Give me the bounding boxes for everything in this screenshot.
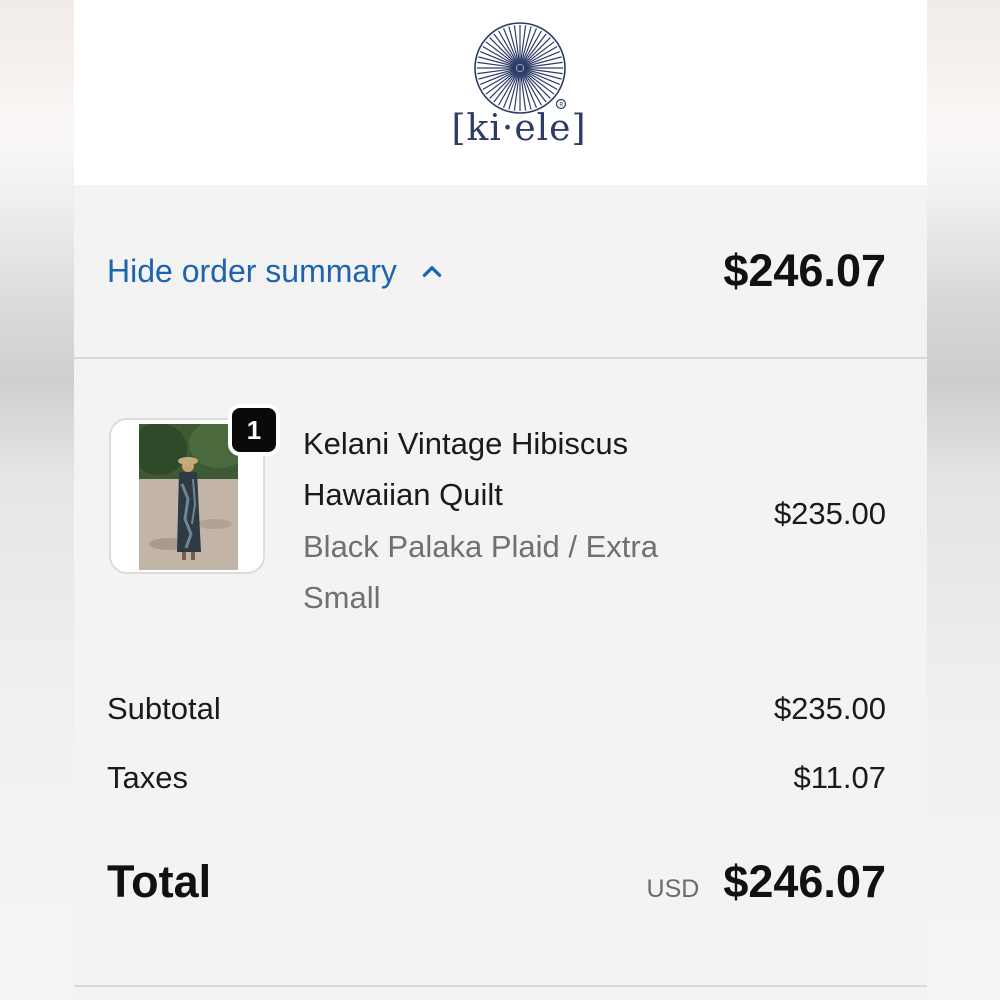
divider [74,985,927,987]
currency-code: USD [646,875,700,903]
summary-total-amount: $246.07 [723,245,886,296]
product-variant: Black Palaka Plaid / Extra Small [303,529,658,615]
product-image [139,424,238,570]
taxes-row: Taxes $11.07 [107,756,886,800]
store-header: R [ki·ele] [74,0,927,185]
order-summary-toggle-bar: Hide order summary $246.07 [74,185,927,359]
subtotal-value: $235.00 [773,691,886,726]
product-price: $235.00 [773,496,886,531]
toggle-label: Hide order summary [107,252,397,289]
total-label: Total [107,856,212,907]
background-left [0,0,74,1000]
quantity-badge: 1 [228,404,280,456]
checkout-screen: R [ki·ele] Hide order summary $246.07 1 … [74,0,927,1000]
brand-logo[interactable]: R [ki·ele] [444,20,604,160]
sunburst-logo-icon: R [474,22,567,114]
background-right [926,0,1000,1000]
total-amount-group: USD $246.07 [647,856,886,908]
total-row: Total USD $246.07 [107,852,886,912]
hide-order-summary-button[interactable]: Hide order summary [107,251,445,291]
product-name: Kelani Vintage Hibiscus Hawaiian Quilt [303,426,629,512]
total-amount: $246.07 [723,856,886,907]
chevron-up-icon [422,266,442,277]
brand-wordmark: [ki·ele] [451,108,587,149]
cart-line-item: 1 Kelani Vintage Hibiscus Hawaiian Quilt… [74,360,927,630]
taxes-value: $11.07 [793,760,886,795]
subtotal-label: Subtotal [107,691,221,726]
subtotal-row: Subtotal $235.00 [107,687,886,731]
taxes-label: Taxes [107,760,188,795]
